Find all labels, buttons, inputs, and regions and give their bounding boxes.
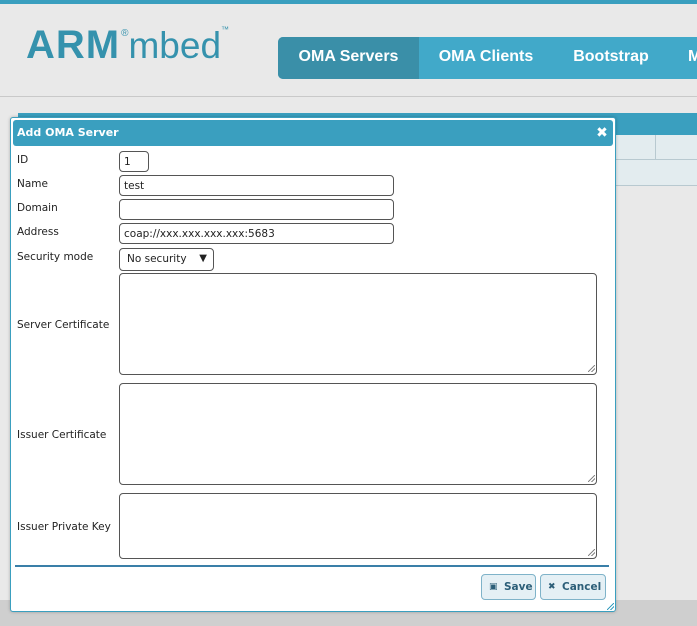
nav-item-oma-servers[interactable]: OMA Servers <box>278 37 419 79</box>
background-table-row-divider <box>612 159 697 160</box>
domain-label: Domain <box>17 202 58 214</box>
nav-item-oma-clients[interactable]: OMA Clients <box>419 37 553 79</box>
security-mode-select[interactable]: No security ▼ <box>119 248 214 271</box>
close-icon: ✖ <box>548 582 556 592</box>
textarea-resize-grip-icon[interactable] <box>588 549 595 556</box>
logo-brand: ARM <box>26 23 121 67</box>
name-label: Name <box>17 178 48 190</box>
security-mode-value: No security <box>127 253 187 265</box>
dialog-resize-grip-icon[interactable] <box>607 603 614 610</box>
domain-field[interactable] <box>119 199 394 220</box>
background-table-cell-divider <box>655 135 656 159</box>
logo-product: mbed <box>128 25 222 66</box>
id-label: ID <box>17 154 29 166</box>
cancel-button-label: Cancel <box>562 581 602 593</box>
arm-mbed-logo[interactable]: ARM®mbed™ <box>26 23 229 67</box>
header-divider <box>0 96 697 97</box>
dialog-titlebar[interactable]: Add OMA Server ✖ <box>13 120 613 146</box>
save-button-label: Save <box>504 581 533 593</box>
issuer-certificate-field[interactable] <box>119 383 597 485</box>
logo-trademark: ™ <box>221 25 230 34</box>
cancel-button[interactable]: ✖ Cancel <box>540 574 606 600</box>
textarea-resize-grip-icon[interactable] <box>588 365 595 372</box>
save-icon: ▣ <box>489 582 498 592</box>
security-mode-label: Security mode <box>17 251 94 263</box>
close-icon[interactable]: ✖ <box>595 126 609 140</box>
issuer-certificate-label: Issuer Certificate <box>17 429 107 441</box>
server-certificate-label: Server Certificate <box>17 319 110 331</box>
dropdown-arrow-icon: ▼ <box>199 253 207 264</box>
issuer-private-key-label: Issuer Private Key <box>17 521 111 533</box>
main-nav: OMA Servers OMA Clients Bootstrap M <box>278 37 697 79</box>
nav-item-bootstrap[interactable]: Bootstrap <box>553 37 669 79</box>
issuer-private-key-field[interactable] <box>119 493 597 559</box>
nav-item-more[interactable]: M <box>688 37 697 79</box>
address-label: Address <box>17 226 59 238</box>
textarea-resize-grip-icon[interactable] <box>588 475 595 482</box>
dialog-footer-divider <box>15 565 609 567</box>
add-oma-server-dialog: Add OMA Server ✖ ID Name Domain Address … <box>10 117 616 612</box>
address-field[interactable] <box>119 223 394 244</box>
save-button[interactable]: ▣ Save <box>481 574 536 600</box>
name-field[interactable] <box>119 175 394 196</box>
header: ARM®mbed™ OMA Servers OMA Clients Bootst… <box>0 4 697 96</box>
id-field[interactable] <box>119 151 149 172</box>
dialog-title: Add OMA Server <box>17 126 119 139</box>
server-certificate-field[interactable] <box>119 273 597 375</box>
